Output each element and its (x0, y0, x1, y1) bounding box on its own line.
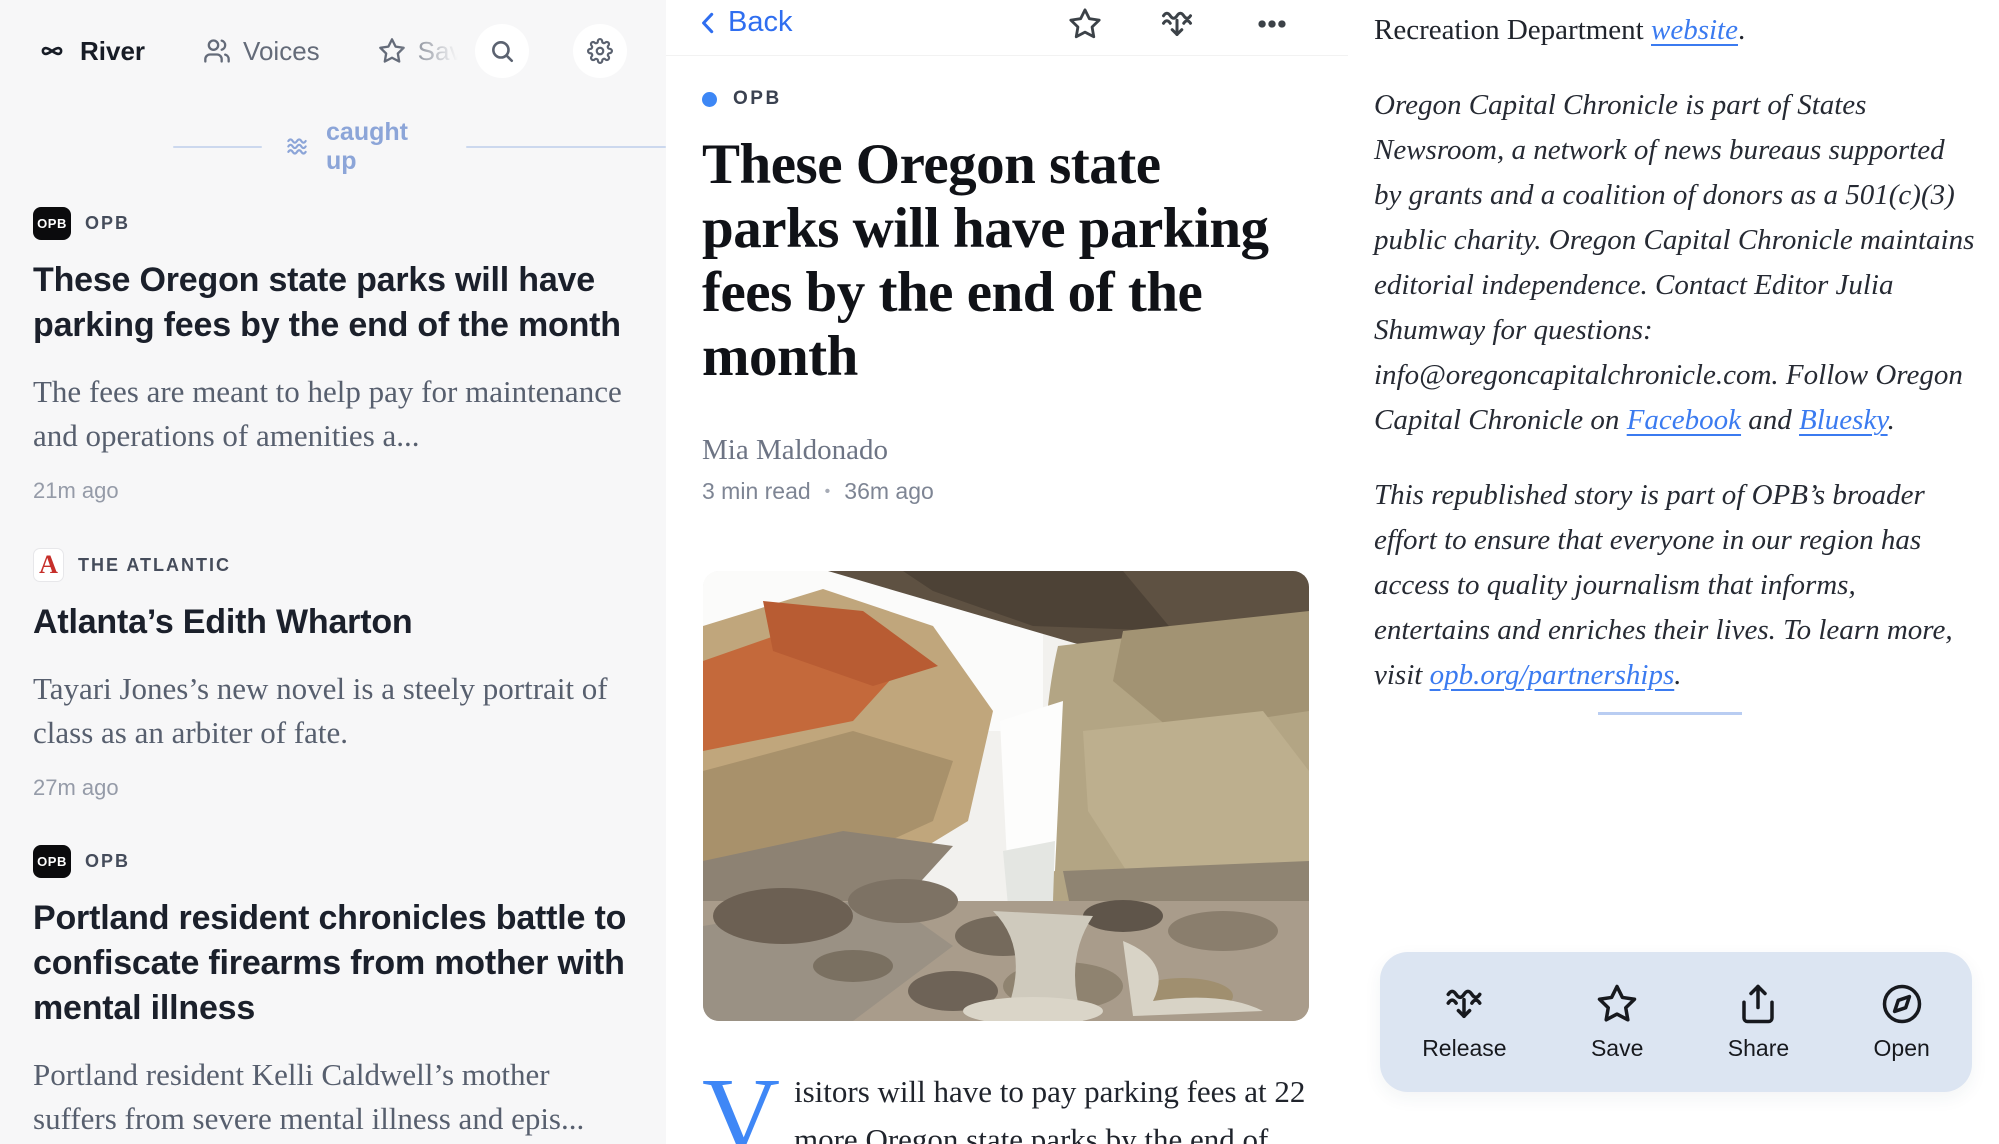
opb-badge: OPB (33, 845, 71, 878)
box-up-arrow-icon (1737, 983, 1779, 1025)
source-label: THE ATLANTIC (78, 555, 231, 576)
paragraph-continuation: Recreation Department website. (1374, 8, 1978, 53)
ellipsis-icon (1255, 7, 1289, 41)
feed-item-summary: The fees are meant to help pay for maint… (33, 370, 633, 458)
feed-item-time: 27m ago (33, 775, 633, 801)
source-row: A THE ATLANTIC (33, 548, 633, 582)
star-icon (1068, 7, 1102, 41)
drop-cap: V (702, 1068, 794, 1144)
article-meta: 3 min read • 36m ago (702, 478, 934, 505)
feed-item-title: Portland resident chronicles battle to c… (33, 896, 633, 1031)
partnerships-link[interactable]: opb.org/partnerships (1430, 659, 1675, 691)
waves-down-arrow-icon (1159, 6, 1195, 42)
feed-pane: River Voices Saved (0, 0, 666, 1144)
gear-icon (587, 38, 613, 64)
opb-badge: OPB (33, 207, 71, 240)
source-dot-icon (702, 92, 717, 107)
text-run: . (1738, 14, 1745, 46)
settings-button[interactable] (573, 24, 627, 78)
magnifier-icon (489, 38, 515, 64)
atlantic-badge: A (33, 548, 64, 582)
feed-item-title: These Oregon state parks will have parki… (33, 258, 633, 348)
website-link[interactable]: website (1651, 14, 1738, 46)
text-run: Recreation Department (1374, 14, 1651, 46)
text-run: . (1674, 659, 1681, 691)
article-title: These Oregon state parks will have parki… (702, 133, 1302, 389)
divider-line (466, 146, 666, 148)
save-star-button[interactable] (1065, 4, 1105, 44)
caught-up-label: caught up (326, 118, 444, 176)
more-button[interactable] (1252, 4, 1292, 44)
feed-item-summary: Portland resident Kelli Caldwell’s mothe… (33, 1053, 633, 1141)
editorial-note-paragraph: Oregon Capital Chronicle is part of Stat… (1374, 83, 1978, 443)
feed-item-time: 21m ago (33, 478, 633, 504)
tab-river[interactable]: River (36, 36, 145, 67)
infinity-icon (36, 38, 68, 64)
tab-voices[interactable]: Voices (203, 36, 320, 67)
caught-up-divider: caught up (0, 130, 666, 164)
star-icon (1596, 983, 1638, 1025)
feed-item-summary: Tayari Jones’s new novel is a steely por… (33, 667, 633, 755)
tab-voices-label: Voices (243, 36, 320, 67)
article-time: 36m ago (844, 478, 934, 505)
share-button[interactable]: Share (1728, 983, 1789, 1062)
share-label: Share (1728, 1035, 1789, 1062)
text-run: . (1888, 404, 1895, 436)
article-source: OPB (733, 88, 782, 110)
section-divider (1598, 712, 1742, 715)
action-toolbar: Release Save Share Open (1380, 952, 1972, 1092)
article-author: Mia Maldonado (702, 434, 888, 467)
feed-item-oregon-parks[interactable]: OPB OPB These Oregon state parks will ha… (33, 207, 633, 504)
save-button[interactable]: Save (1591, 983, 1643, 1062)
chevron-left-icon (696, 8, 722, 38)
article-topbar: Back (666, 0, 1348, 56)
release-button-top[interactable] (1157, 4, 1197, 44)
feed-item-portland[interactable]: OPB OPB Portland resident chronicles bat… (33, 845, 633, 1144)
open-label: Open (1874, 1035, 1930, 1062)
release-label: Release (1422, 1035, 1506, 1062)
article-body: V isitors will have to pay parking fees … (702, 1068, 1310, 1144)
article-pane: Back OPB These Oregon state parks will (666, 0, 1999, 1144)
feed-item-title: Atlanta’s Edith Wharton (33, 600, 633, 645)
divider-line (173, 146, 262, 148)
back-button[interactable]: Back (696, 6, 792, 39)
republished-note-paragraph: This republished story is part of OPB’s … (1374, 473, 1978, 698)
sea-arch-photo (703, 571, 1309, 1021)
search-button[interactable] (475, 24, 529, 78)
tab-river-label: River (80, 36, 145, 67)
text-run: Oregon Capital Chronicle is part of Stat… (1374, 89, 1974, 436)
meta-separator: • (825, 483, 831, 501)
nav-fade-overlay (398, 10, 478, 90)
source-row: OPB OPB (33, 845, 633, 878)
bluesky-link[interactable]: Bluesky (1799, 404, 1888, 436)
waves-icon (282, 134, 312, 160)
article-source-row: OPB (702, 88, 782, 110)
waves-down-arrow-icon (1443, 983, 1485, 1025)
two-people-icon (203, 37, 231, 65)
source-label: OPB (85, 213, 130, 234)
text-run: and (1741, 404, 1799, 436)
read-time: 3 min read (702, 478, 811, 505)
article-hero-image[interactable] (703, 571, 1309, 1021)
compass-icon (1881, 983, 1923, 1025)
release-button[interactable]: Release (1422, 983, 1506, 1062)
facebook-link[interactable]: Facebook (1627, 404, 1741, 436)
article-column-2: Recreation Department website. Oregon Ca… (1374, 8, 1978, 698)
feed-item-atlantic[interactable]: A THE ATLANTIC Atlanta’s Edith Wharton T… (33, 548, 633, 801)
back-label: Back (728, 6, 792, 39)
source-row: OPB OPB (33, 207, 633, 240)
source-label: OPB (85, 851, 130, 872)
open-button[interactable]: Open (1874, 983, 1930, 1062)
save-label: Save (1591, 1035, 1643, 1062)
